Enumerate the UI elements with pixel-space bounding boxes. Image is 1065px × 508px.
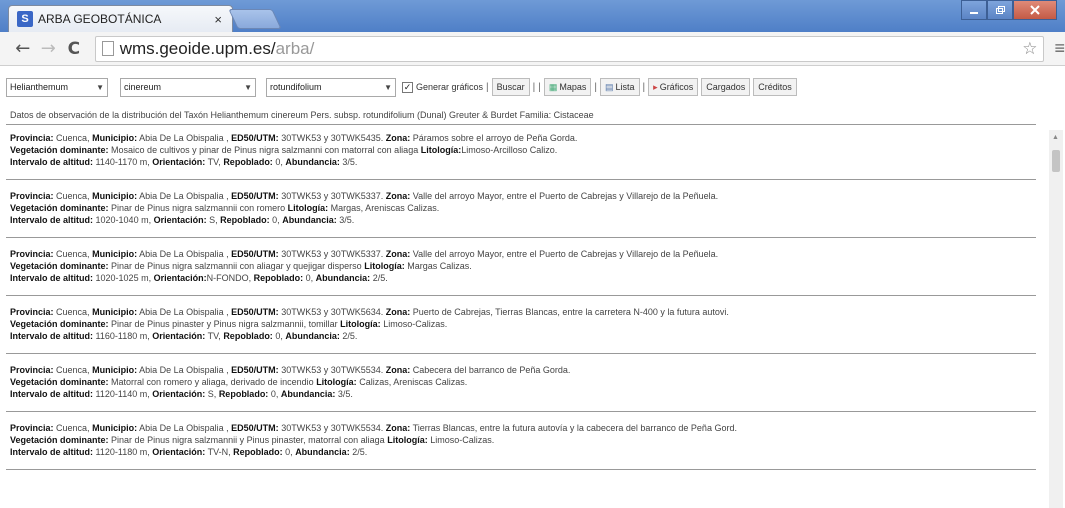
browser-tab[interactable]: S ARBA GEOBOTÁNICA × bbox=[8, 5, 233, 32]
taxon-description: Datos de observación de la distribución … bbox=[10, 110, 594, 120]
species-select[interactable]: cinereum ▼ bbox=[120, 77, 256, 97]
divider bbox=[6, 124, 1036, 125]
subspecies-select[interactable]: rotundifolium ▼ bbox=[266, 77, 396, 97]
divider bbox=[6, 353, 1036, 354]
search-toolbar: Helianthemum ▼ cinereum ▼ rotundifolium ▼ ✓… bbox=[0, 74, 1065, 100]
divider bbox=[6, 295, 1036, 296]
forward-arrow-icon[interactable]: → bbox=[36, 38, 62, 59]
window-controls bbox=[961, 0, 1057, 20]
separator: | bbox=[538, 81, 541, 93]
scroll-up-icon[interactable]: ▲ bbox=[1052, 134, 1059, 141]
url-text[interactable]: wms.geoide.upm.es/arba/ bbox=[120, 39, 315, 59]
observation-record: Provincia: Cuenca, Municipio: Abia De La… bbox=[6, 302, 1040, 360]
close-window-icon[interactable] bbox=[1013, 0, 1057, 20]
new-tab-button[interactable] bbox=[228, 9, 282, 29]
close-tab-icon[interactable]: × bbox=[214, 12, 222, 27]
separator: | bbox=[642, 81, 646, 93]
list-icon: ▤ bbox=[605, 81, 614, 92]
generar-graficos-checkbox[interactable]: ✓ bbox=[402, 81, 413, 93]
observation-record: Provincia: Cuenca, Municipio: Abia De La… bbox=[6, 418, 1040, 476]
graficos-button[interactable]: ▸ Gráficos bbox=[648, 78, 699, 96]
mapas-button[interactable]: ▦ Mapas bbox=[543, 78, 592, 96]
reload-icon[interactable]: C bbox=[61, 39, 87, 59]
bookmark-star-icon[interactable]: ☆ bbox=[1022, 39, 1037, 59]
observation-record: Provincia: Cuenca, Municipio: Abia De La… bbox=[6, 360, 1040, 418]
divider bbox=[6, 179, 1036, 180]
tab-title: ARBA GEOBOTÁNICA bbox=[38, 12, 162, 26]
browser-menu-icon[interactable]: ≡ bbox=[1054, 38, 1065, 59]
divider bbox=[6, 411, 1036, 412]
records-list: Provincia: Cuenca, Municipio: Abia De La… bbox=[6, 128, 1040, 476]
observation-record: Provincia: Cuenca, Municipio: Abia De La… bbox=[6, 128, 1040, 186]
genus-select[interactable]: Helianthemum ▼ bbox=[6, 77, 108, 97]
divider bbox=[6, 237, 1036, 238]
lista-button[interactable]: ▤ Lista bbox=[600, 78, 640, 96]
chevron-down-icon: ▼ bbox=[244, 82, 252, 92]
chevron-down-icon: ▼ bbox=[384, 82, 392, 92]
generar-graficos-label: Generar gráficos bbox=[416, 82, 484, 92]
page-icon bbox=[101, 41, 114, 56]
browser-titlebar: S ARBA GEOBOTÁNICA × bbox=[0, 0, 1065, 32]
restore-icon[interactable] bbox=[987, 0, 1013, 20]
observation-record: Provincia: Cuenca, Municipio: Abia De La… bbox=[6, 186, 1040, 244]
browser-navbar: ← → C wms.geoide.upm.es/arba/ ☆ ≡ bbox=[0, 32, 1065, 66]
chevron-down-icon: ▼ bbox=[96, 82, 104, 92]
separator: | bbox=[532, 81, 536, 93]
cargados-button[interactable]: Cargados bbox=[701, 78, 751, 96]
minimize-icon[interactable] bbox=[961, 0, 987, 20]
map-icon: ▦ bbox=[548, 81, 558, 92]
separator: | bbox=[486, 81, 489, 93]
vertical-scrollbar[interactable]: ▲ bbox=[1049, 130, 1063, 508]
chart-icon: ▸ bbox=[653, 81, 658, 92]
scrollbar-thumb[interactable] bbox=[1052, 150, 1060, 172]
buscar-button[interactable]: Buscar bbox=[491, 78, 530, 96]
back-arrow-icon[interactable]: ← bbox=[10, 38, 36, 59]
site-favicon-icon: S bbox=[17, 11, 33, 27]
creditos-button[interactable]: Créditos bbox=[753, 78, 797, 96]
divider bbox=[6, 469, 1036, 470]
separator: | bbox=[594, 81, 598, 93]
observation-record: Provincia: Cuenca, Municipio: Abia De La… bbox=[6, 244, 1040, 302]
address-bar[interactable]: wms.geoide.upm.es/arba/ ☆ bbox=[94, 35, 1045, 62]
